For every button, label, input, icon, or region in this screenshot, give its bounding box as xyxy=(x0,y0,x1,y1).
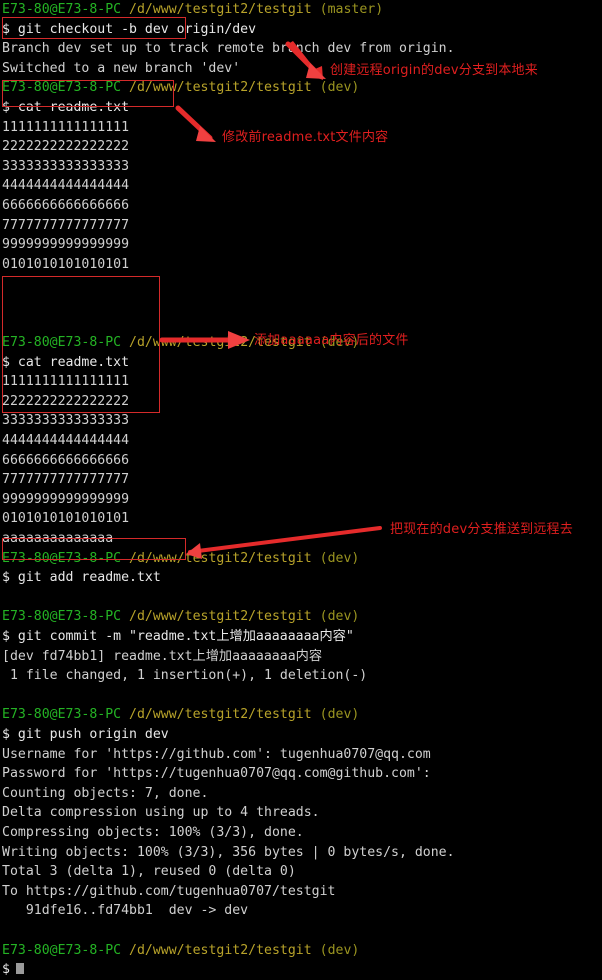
command-line[interactable]: $ cat readme.txt xyxy=(0,353,602,373)
command-line[interactable]: $ git commit -m "readme.txt上增加aaaaaaaa内容… xyxy=(0,627,602,647)
prompt-branch: (dev) xyxy=(319,707,360,723)
prompt-branch: (dev) xyxy=(319,550,360,566)
prompt-branch: (dev) xyxy=(319,942,360,958)
prompt-line: E73-80@E73-8-PC /d/www/testgit2/testgit … xyxy=(0,705,602,725)
output-line: 4444444444444444 xyxy=(2,178,130,194)
prompt-host: E73-80@E73-8-PC xyxy=(2,335,122,351)
output-line: 1111111111111111 xyxy=(2,374,130,390)
prompt-path: /d/www/testgit2/testgit xyxy=(129,335,312,351)
output-line: [dev fd74bb1] readme.txt上增加aaaaaaaa内容 xyxy=(2,648,323,664)
output-line: 0101010101010101 xyxy=(2,256,130,272)
prompt-symbol: $ xyxy=(2,962,10,978)
prompt-host: E73-80@E73-8-PC xyxy=(2,2,122,17)
output-line: aaaaaaaaaaaaaa xyxy=(2,531,114,547)
output-line: 2222222222222222 xyxy=(2,393,130,409)
output-line: 9999999999999999 xyxy=(2,237,130,253)
output-line: Username for 'https://github.com': tugen… xyxy=(2,746,431,762)
prompt-branch: (dev) xyxy=(319,609,360,625)
output-line: Delta compression using up to 4 threads. xyxy=(2,805,320,821)
prompt-path: /d/www/testgit2/testgit xyxy=(129,609,312,625)
prompt-host: E73-80@E73-8-PC xyxy=(2,550,122,566)
output-line: Compressing objects: 100% (3/3), done. xyxy=(2,824,304,840)
output-line: 7777777777777777 xyxy=(2,217,130,233)
prompt-branch: (dev) xyxy=(319,80,360,96)
prompt-line: E73-80@E73-8-PC /d/www/testgit2/testgit … xyxy=(0,941,602,961)
output-line: Switched to a new branch 'dev' xyxy=(2,60,241,76)
prompt-branch: (dev) xyxy=(319,335,360,351)
prompt-host: E73-80@E73-8-PC xyxy=(2,80,122,96)
output-line: 9999999999999999 xyxy=(2,491,130,507)
prompt-path: /d/www/testgit2/testgit xyxy=(129,707,312,723)
prompt-line: E73-80@E73-8-PC /d/www/testgit2/testgit … xyxy=(0,333,602,353)
text-cursor xyxy=(15,963,24,975)
output-line: Counting objects: 7, done. xyxy=(2,785,209,801)
command-prompt-cursor-line[interactable]: $ xyxy=(0,960,602,980)
command-line[interactable]: $ git add readme.txt xyxy=(0,568,602,588)
prompt-path: /d/www/testgit2/testgit xyxy=(129,2,312,17)
command-line[interactable]: $ git push origin dev xyxy=(0,725,602,745)
output-line: To https://github.com/tugenhua0707/testg… xyxy=(2,883,336,899)
output-line: Writing objects: 100% (3/3), 356 bytes |… xyxy=(2,844,455,860)
output-line: 7777777777777777 xyxy=(2,472,130,488)
command-line[interactable]: $ cat readme.txt xyxy=(0,98,602,118)
output-line: 0101010101010101 xyxy=(2,511,130,527)
output-line: Total 3 (delta 1), reused 0 (delta 0) xyxy=(2,864,296,880)
terminal-window[interactable]: E73-80@E73-8-PC /d/www/testgit2/testgit … xyxy=(0,0,602,977)
output-line: 2222222222222222 xyxy=(2,139,130,155)
prompt-host: E73-80@E73-8-PC xyxy=(2,609,122,625)
prompt-path: /d/www/testgit2/testgit xyxy=(129,80,312,96)
prompt-host: E73-80@E73-8-PC xyxy=(2,707,122,723)
prompt-line: E73-80@E73-8-PC /d/www/testgit2/testgit … xyxy=(0,549,602,569)
output-line: Branch dev set up to track remote branch… xyxy=(2,41,455,57)
prompt-line: E73-80@E73-8-PC /d/www/testgit2/testgit … xyxy=(0,0,602,20)
output-line: Password for 'https://tugenhua0707@qq.co… xyxy=(2,766,431,782)
output-line: 91dfe16..fd74bb1 dev -> dev xyxy=(2,903,249,919)
prompt-line: E73-80@E73-8-PC /d/www/testgit2/testgit … xyxy=(0,607,602,627)
prompt-path: /d/www/testgit2/testgit xyxy=(129,550,312,566)
prompt-host: E73-80@E73-8-PC xyxy=(2,942,122,958)
output-line: 6666666666666666 xyxy=(2,197,130,213)
output-line: 1 file changed, 1 insertion(+), 1 deleti… xyxy=(2,668,368,684)
prompt-line: E73-80@E73-8-PC /d/www/testgit2/testgit … xyxy=(0,78,602,98)
output-line: 3333333333333333 xyxy=(2,413,130,429)
prompt-path: /d/www/testgit2/testgit xyxy=(129,942,312,958)
output-line: 3333333333333333 xyxy=(2,158,130,174)
prompt-branch: (master) xyxy=(319,2,384,17)
output-line: 1111111111111111 xyxy=(2,119,130,135)
output-line: 4444444444444444 xyxy=(2,433,130,449)
output-line: 6666666666666666 xyxy=(2,452,130,468)
command-line[interactable]: $ git checkout -b dev origin/dev xyxy=(0,20,602,40)
